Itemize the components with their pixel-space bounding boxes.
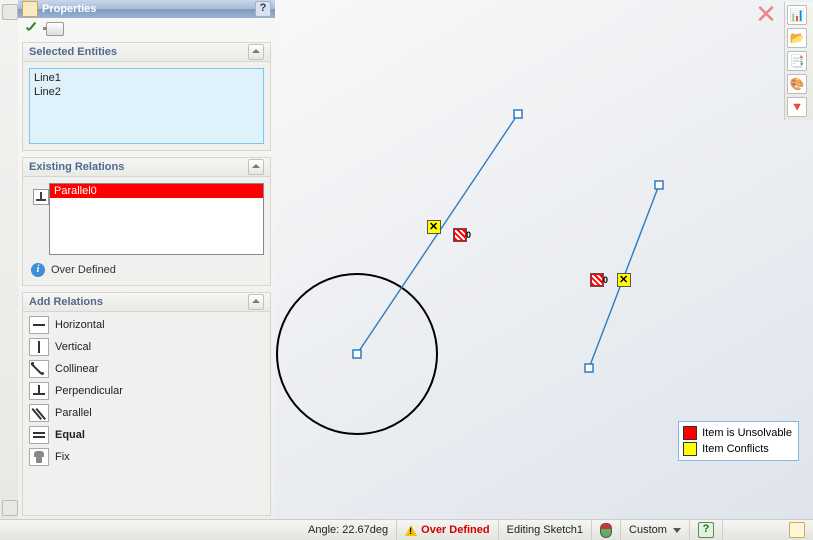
selected-entities-list[interactable]: Line1 Line2 [29,68,264,144]
existing-relations-list[interactable]: Parallel0 [49,183,264,255]
endpoint [353,350,361,358]
properties-icon [22,1,38,17]
fix-icon [29,448,49,466]
add-relation-label: Collinear [55,363,98,375]
confirm-row [18,18,275,40]
relation-badge-unsolvable-icon[interactable] [590,273,604,287]
status-help-button[interactable]: ? [690,520,723,540]
relation-badge-sub: 0 [603,275,608,285]
add-relation-label: Vertical [55,341,91,353]
relation-type-icon [33,189,49,205]
status-bar: Angle: 22.67deg Over Defined Editing Ske… [0,519,813,540]
relation-badge-unsolvable-icon[interactable] [453,228,467,242]
mouse-icon [600,523,612,538]
relation-badge-sub: 0 [466,230,471,240]
endpoint [514,110,522,118]
add-relation-equal[interactable]: Equal [23,424,270,446]
properties-panel: Properties ? Selected Entities Line1 Lin… [18,0,276,520]
add-relation-vertical[interactable]: Vertical [23,336,270,358]
add-relation-perpendicular[interactable]: Perpendicular [23,380,270,402]
status-custom-dropdown[interactable]: Custom [621,520,690,540]
gutter-button-2[interactable] [2,500,18,516]
endpoint [585,364,593,372]
parallel-icon [29,404,49,422]
existing-relations-section: Existing Relations Parallel0 i Over Defi… [22,157,271,286]
status-mouse[interactable] [592,520,621,540]
sketch-canvas[interactable]: ✕ 📊 📂 📑 🎨 🔻 0 0 [275,0,813,520]
add-relation-horizontal[interactable]: Horizontal [23,314,270,336]
legend-box: Item is Unsolvable Item Conflicts [678,421,799,461]
chevron-up-icon[interactable] [248,159,264,175]
add-relation-label: Horizontal [55,319,105,331]
relation-status-text: Over Defined [51,264,116,276]
legend-conflicts-icon [683,442,697,456]
endpoint [655,181,663,189]
add-relation-label: Parallel [55,407,92,419]
selected-entities-section: Selected Entities Line1 Line2 [22,42,271,151]
warning-icon [405,525,417,536]
ok-checkmark-icon[interactable] [24,21,40,37]
status-editing: Editing Sketch1 [499,520,592,540]
legend-conflicts-label: Item Conflicts [702,443,769,455]
add-relation-label: Perpendicular [55,385,123,397]
gutter-button-1[interactable] [2,4,18,20]
chevron-down-icon [673,528,681,533]
equal-icon [29,426,49,444]
horizontal-icon [29,316,49,334]
relation-badge-conflict-icon[interactable] [617,273,631,287]
status-annotation-button[interactable] [781,520,813,540]
legend-unsolvable-icon [683,426,697,440]
relation-badge-conflict-icon[interactable] [427,220,441,234]
add-relation-collinear[interactable]: Collinear [23,358,270,380]
collinear-icon [29,360,49,378]
vertical-icon [29,338,49,356]
add-relation-label: Fix [55,451,70,463]
add-relation-fix[interactable]: Fix [23,446,270,468]
chevron-up-icon[interactable] [248,294,264,310]
legend-unsolvable-label: Item is Unsolvable [702,427,792,439]
list-item[interactable]: Line1 [34,71,259,85]
add-relations-section: Add Relations Horizontal Vertical Collinea… [22,292,271,516]
annotation-icon [789,522,805,538]
sketch-line1 [357,114,518,354]
chevron-up-icon[interactable] [248,44,264,60]
relation-status-row: i Over Defined [23,259,270,285]
status-over-defined: Over Defined [397,520,498,540]
add-relation-label: Equal [55,429,85,441]
selected-entities-header[interactable]: Selected Entities [23,43,270,62]
panel-title: Properties [42,3,255,15]
relation-item-parallel0[interactable]: Parallel0 [50,184,263,198]
status-angle: Angle: 22.67deg [300,520,397,540]
add-relations-header[interactable]: Add Relations [23,293,270,312]
add-relation-parallel[interactable]: Parallel [23,402,270,424]
perpendicular-icon [29,382,49,400]
left-gutter [0,0,19,520]
info-icon: i [31,263,45,277]
list-item[interactable]: Line2 [34,85,259,99]
panel-titlebar: Properties ? [18,0,275,18]
panel-help-button[interactable]: ? [255,1,271,17]
help-icon: ? [698,522,714,538]
pushpin-icon[interactable] [46,22,64,36]
existing-relations-header[interactable]: Existing Relations [23,158,270,177]
